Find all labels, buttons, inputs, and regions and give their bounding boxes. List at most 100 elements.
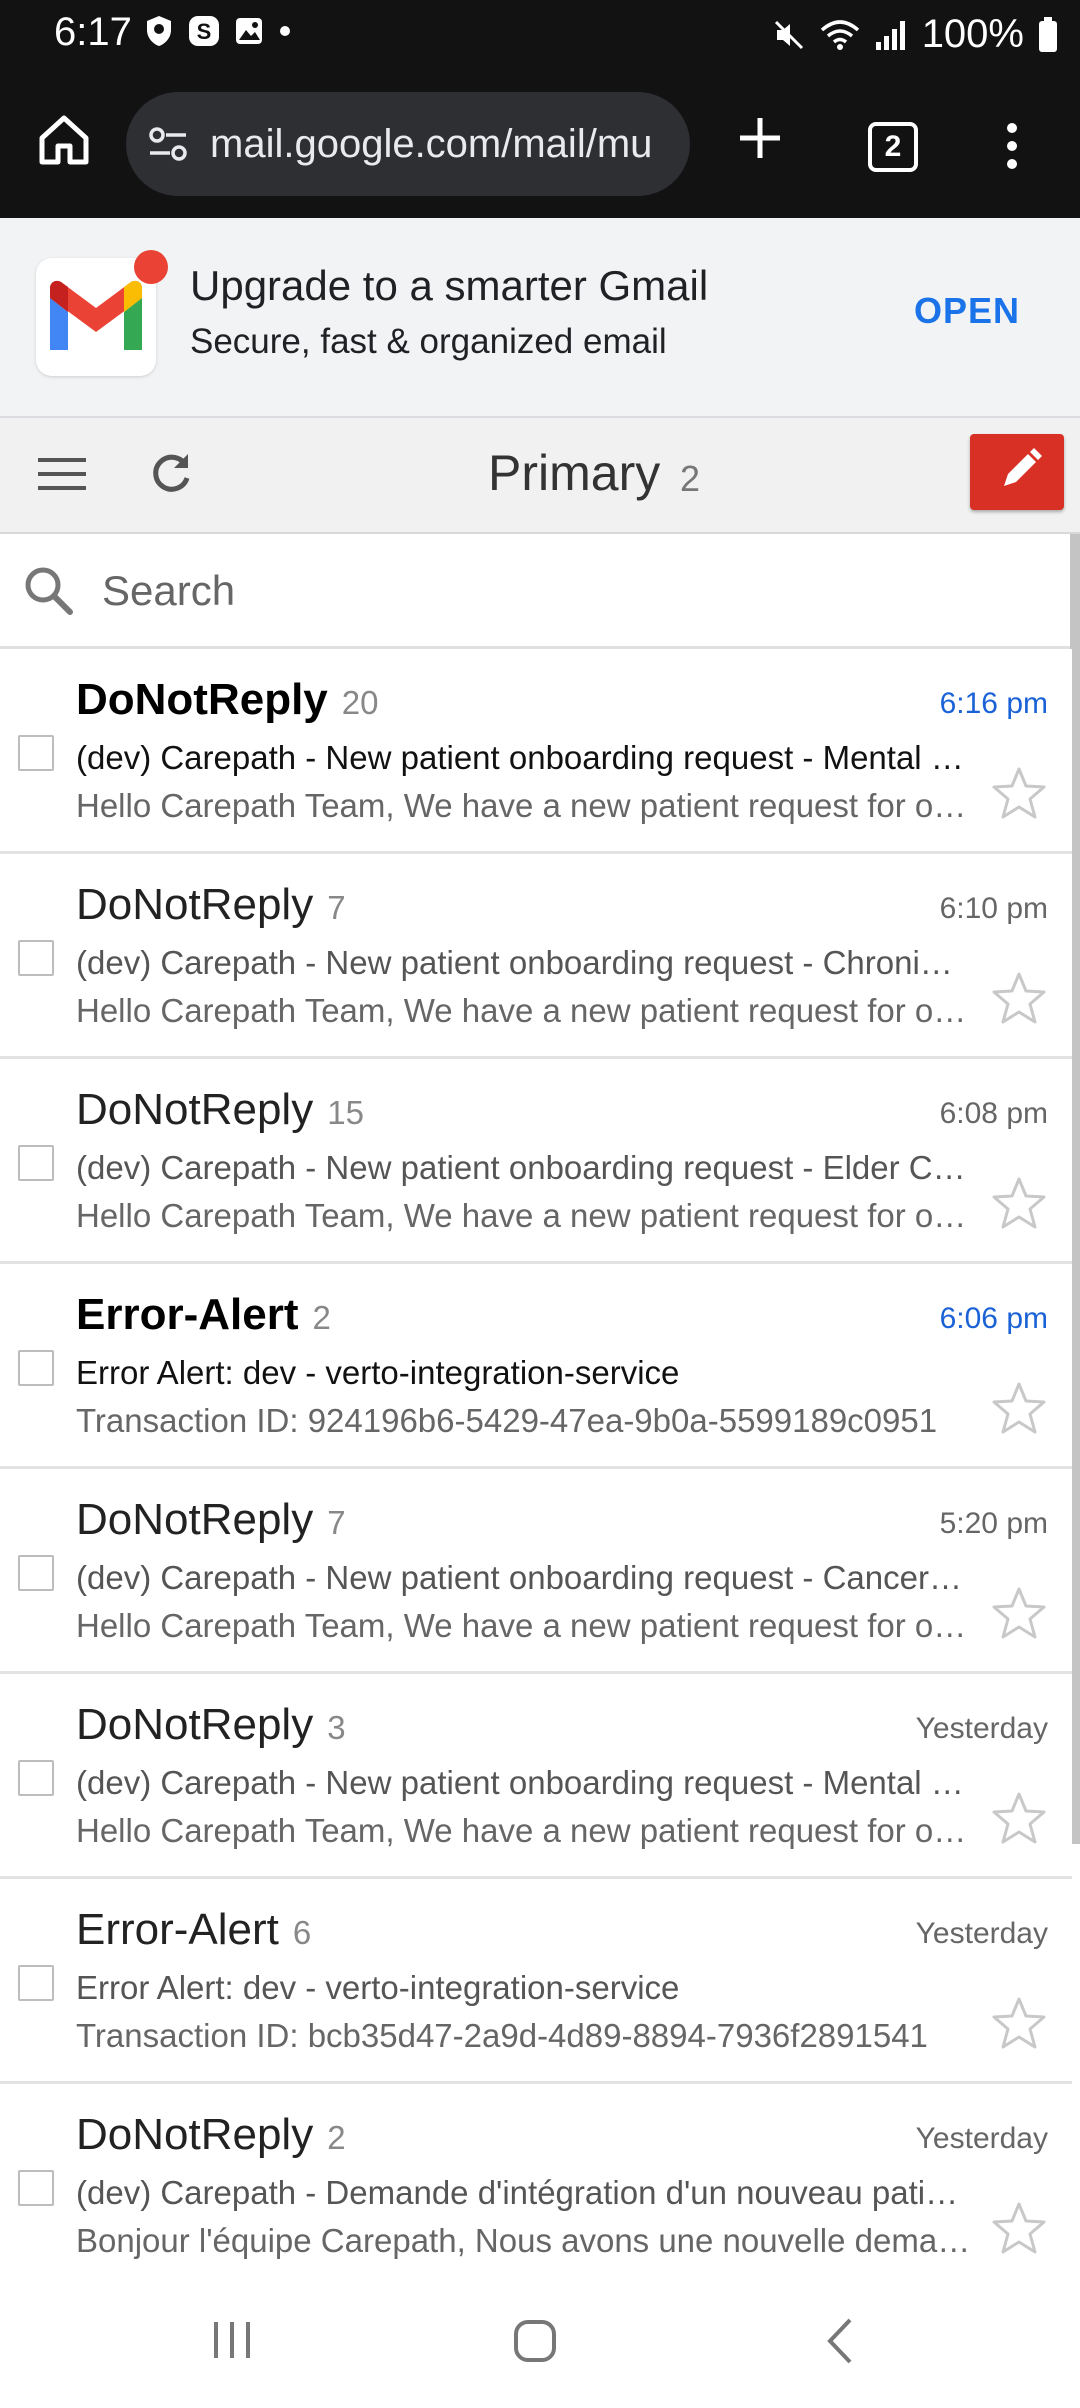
- sender-text: DoNotReply: [76, 1085, 314, 1134]
- wifi-icon: [820, 19, 859, 50]
- message-snippet: Hello Carepath Team, We have a new patie…: [76, 1607, 971, 1644]
- message-snippet: Hello Carepath Team, We have a new patie…: [76, 1197, 971, 1234]
- sender-name: DoNotReply 2: [76, 2110, 346, 2160]
- sender-name: Error-Alert 2: [76, 1290, 331, 1340]
- battery-percent: 100%: [921, 12, 1024, 56]
- message-time: 6:08 pm: [939, 1097, 1048, 1130]
- star-icon[interactable]: [990, 1790, 1048, 1846]
- star-icon[interactable]: [990, 1175, 1048, 1231]
- status-time: 6:17: [54, 10, 132, 54]
- mute-icon: [774, 20, 803, 49]
- search-input[interactable]: [100, 562, 1004, 620]
- select-checkbox[interactable]: [18, 940, 54, 976]
- unread-count: 2: [680, 458, 701, 499]
- star-icon[interactable]: [990, 765, 1048, 821]
- tab-switcher-button[interactable]: 2: [868, 122, 918, 172]
- thread-count: 6: [292, 1914, 312, 1951]
- recent-apps-icon[interactable]: [208, 2320, 256, 2360]
- promo-subtitle: Secure, fast & organized email: [190, 322, 667, 361]
- star-icon[interactable]: [990, 2200, 1048, 2256]
- sender-name: DoNotReply 3: [76, 1700, 346, 1750]
- select-checkbox[interactable]: [18, 1760, 54, 1796]
- back-icon[interactable]: [822, 2316, 858, 2366]
- compose-button[interactable]: [970, 434, 1064, 510]
- select-checkbox[interactable]: [18, 1145, 54, 1181]
- select-checkbox[interactable]: [18, 735, 54, 771]
- message-row[interactable]: Error-Alert 2 6:06 pm Error Alert: dev - …: [0, 1264, 1072, 1469]
- select-checkbox[interactable]: [18, 1350, 54, 1386]
- address-bar[interactable]: mail.google.com/mail/mu: [126, 92, 690, 196]
- star-icon[interactable]: [990, 1585, 1048, 1641]
- new-tab-icon[interactable]: [732, 110, 788, 166]
- home-icon: [39, 115, 89, 165]
- thread-count: 7: [327, 1504, 346, 1541]
- thread-count: 2: [312, 1299, 331, 1336]
- dot-icon: [280, 26, 290, 36]
- sender-name: DoNotReply 7: [76, 880, 346, 930]
- message-subject: Error Alert: dev - verto-integration-ser…: [76, 1969, 680, 2006]
- sender-name: DoNotReply 7: [76, 1495, 346, 1545]
- message-snippet: Hello Carepath Team, We have a new patie…: [76, 1812, 971, 1849]
- thread-count: 7: [327, 889, 346, 926]
- sender-text: DoNotReply: [76, 1495, 314, 1544]
- gallery-icon: [236, 18, 262, 44]
- svg-text:S: S: [197, 19, 212, 44]
- message-row[interactable]: DoNotReply 15 6:08 pm (dev) Carepath - Ne…: [0, 1059, 1072, 1264]
- s-app-icon: S: [189, 16, 219, 46]
- message-row[interactable]: DoNotReply 2 Yesterday (dev) Carepath - D…: [0, 2084, 1072, 2289]
- star-icon[interactable]: [990, 1995, 1048, 2051]
- message-snippet: Transaction ID: bcb35d47-2a9d-4d89-8894-…: [76, 2017, 928, 2054]
- message-subject: (dev) Carepath - New patient onboarding …: [76, 1559, 966, 1596]
- status-bar: 6:17 S 100%: [0, 0, 1080, 70]
- message-subject: (dev) Carepath - New patient onboarding …: [76, 944, 966, 981]
- sender-text: DoNotReply: [76, 880, 314, 929]
- message-row[interactable]: DoNotReply 3 Yesterday (dev) Carepath - N…: [0, 1674, 1072, 1879]
- message-time: 6:06 pm: [939, 1302, 1048, 1335]
- refresh-icon[interactable]: [146, 446, 196, 500]
- thread-count: 2: [327, 2119, 346, 2156]
- search-bar: [0, 534, 1072, 649]
- message-time: Yesterday: [915, 1712, 1048, 1745]
- open-app-button[interactable]: OPEN: [914, 290, 1020, 332]
- message-list: DoNotReply 20 6:16 pm (dev) Carepath - Ne…: [0, 649, 1072, 2289]
- message-time: 6:10 pm: [939, 892, 1048, 925]
- promo-title: Upgrade to a smarter Gmail: [190, 262, 709, 309]
- more-vert-icon[interactable]: [1000, 122, 1024, 174]
- pencil-icon: [1004, 448, 1042, 486]
- message-subject: (dev) Carepath - Demande d'intégration d…: [76, 2174, 966, 2211]
- sender-text: Error-Alert: [76, 1905, 279, 1954]
- sender-name: DoNotReply 15: [76, 1085, 364, 1135]
- select-checkbox[interactable]: [18, 2170, 54, 2206]
- sender-text: DoNotReply: [76, 2110, 314, 2159]
- browser-toolbar: mail.google.com/mail/mu 2: [0, 70, 1080, 218]
- nav-home-icon[interactable]: [510, 2316, 560, 2366]
- message-snippet: Bonjour l'équipe Carepath, Nous avons un…: [76, 2222, 971, 2259]
- menu-icon[interactable]: [36, 454, 88, 494]
- star-icon[interactable]: [990, 970, 1048, 1026]
- mail-header: Primary 2: [0, 418, 1080, 534]
- message-subject: (dev) Carepath - New patient onboarding …: [76, 1764, 966, 1801]
- thread-count: 15: [327, 1094, 364, 1131]
- message-snippet: Hello Carepath Team, We have a new patie…: [76, 992, 971, 1029]
- sender-text: DoNotReply: [76, 675, 328, 724]
- message-time: Yesterday: [915, 2122, 1048, 2155]
- select-checkbox[interactable]: [18, 1555, 54, 1591]
- home-button[interactable]: [34, 110, 94, 170]
- select-checkbox[interactable]: [18, 1965, 54, 2001]
- message-time: 5:20 pm: [939, 1507, 1048, 1540]
- search-icon: [25, 567, 73, 615]
- message-time: 6:16 pm: [939, 687, 1048, 720]
- message-subject: (dev) Carepath - New patient onboarding …: [76, 739, 966, 776]
- message-snippet: Hello Carepath Team, We have a new patie…: [76, 787, 971, 824]
- message-row[interactable]: DoNotReply 7 6:10 pm (dev) Carepath - New…: [0, 854, 1072, 1059]
- message-row[interactable]: DoNotReply 20 6:16 pm (dev) Carepath - Ne…: [0, 649, 1072, 854]
- star-icon[interactable]: [990, 1380, 1048, 1436]
- site-settings-icon[interactable]: [146, 122, 190, 166]
- shield-icon: [147, 16, 171, 46]
- message-row[interactable]: DoNotReply 7 5:20 pm (dev) Carepath - New…: [0, 1469, 1072, 1674]
- message-row[interactable]: Error-Alert 6 Yesterday Error Alert: dev …: [0, 1879, 1072, 2084]
- sender-text: DoNotReply: [76, 1700, 314, 1749]
- url-text: mail.google.com/mail/mu: [210, 122, 653, 166]
- message-time: Yesterday: [915, 1917, 1048, 1950]
- thread-count: 20: [341, 684, 379, 721]
